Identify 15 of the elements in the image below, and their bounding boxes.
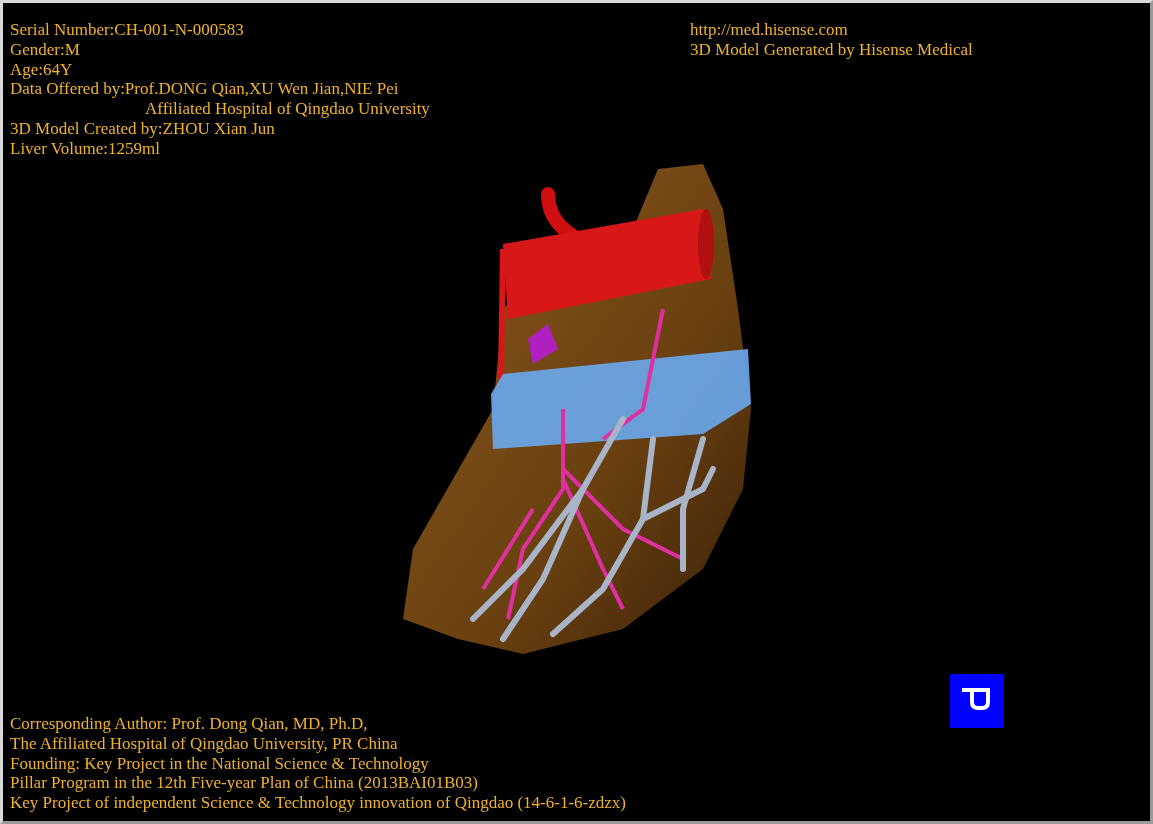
info-text: Liver Volume:1259ml [10,138,161,159]
info-text: Serial Number:CH-001-N-000583 [10,20,245,40]
info-text: Age:64Y [10,59,74,80]
credit-text: Key Project of independent Science & Technology innovation of Qingdao (14-6-1-6-zdzx) [10,793,626,813]
info-text: http://med.hisense.com [690,20,849,40]
credit-text: Corresponding Author: Prof. Dong Qian, MD, Ph.D, [10,714,369,734]
info-text: Gender:M [10,39,81,60]
info-text: Data Offered by:Prof.DONG Qian,XU Wen Jian,NIE Pei [10,79,400,100]
info-text: Affiliated Hospital of Qingdao University [144,99,430,119]
credit-text: Pillar Program in the 12th Five-year Plan of China (2013BAI01B03) [10,773,479,794]
credit-text: The Affiliated Hospital of Qingdao University, PR China [10,733,399,754]
orientation-marker-icon [950,674,1004,728]
info-text: 3D Model Created by:ZHOU Xian Jun [10,119,276,139]
credit-text: Founding: Key Project in the National Science & Technology [10,753,430,774]
info-text: 3D Model Generated by Hisense Medical [690,39,974,60]
